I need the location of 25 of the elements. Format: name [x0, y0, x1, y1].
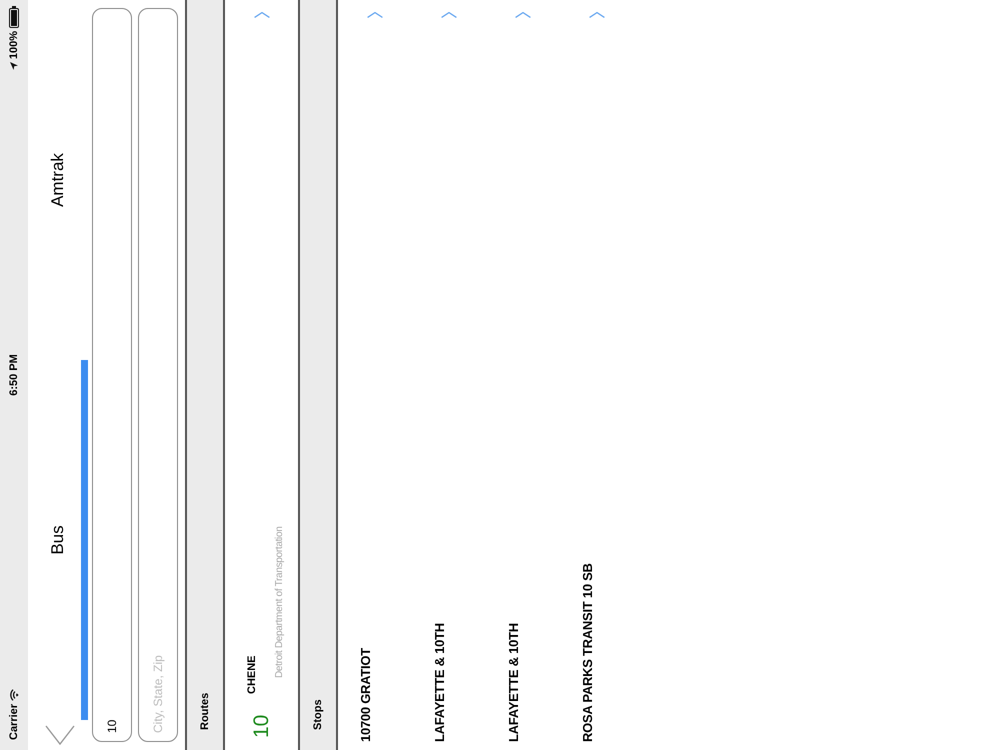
route-name[interactable]: CHENE	[244, 655, 260, 694]
clock-time: 6:50 PM	[8, 354, 20, 396]
route-agency: Detroit Department of Transportation	[273, 526, 286, 678]
tab[interactable]: Amtrak	[28, 0, 92, 360]
location-arrow-icon	[10, 62, 18, 70]
stop-name[interactable]: ROSA PARKS TRANSIT 10 SB	[560, 563, 598, 750]
chevron-icon	[254, 12, 270, 18]
wifi-icon	[10, 688, 18, 701]
back-button[interactable]	[45, 725, 75, 745]
stop-name[interactable]: LAFAYETTE & 10TH	[412, 623, 450, 750]
chevron-icon	[367, 12, 383, 18]
stop-name[interactable]: 10700 GRATIOT	[338, 648, 376, 750]
chevron-icon	[515, 12, 531, 18]
chevron-icon	[441, 12, 457, 18]
carrier-label: Carrier	[8, 704, 20, 740]
battery-percent: 100%	[8, 31, 20, 60]
chevron-icon	[589, 12, 605, 18]
route-number: 10	[250, 714, 273, 738]
tab[interactable]: Bus	[28, 360, 92, 720]
search-field[interactable]: 10	[92, 8, 132, 742]
chevron-icon	[45, 725, 75, 745]
section-header: Routes	[185, 0, 225, 750]
stop-name[interactable]: LAFAYETTE & 10TH	[486, 623, 524, 750]
battery-icon	[9, 6, 19, 28]
section-header: Stops	[298, 0, 338, 750]
